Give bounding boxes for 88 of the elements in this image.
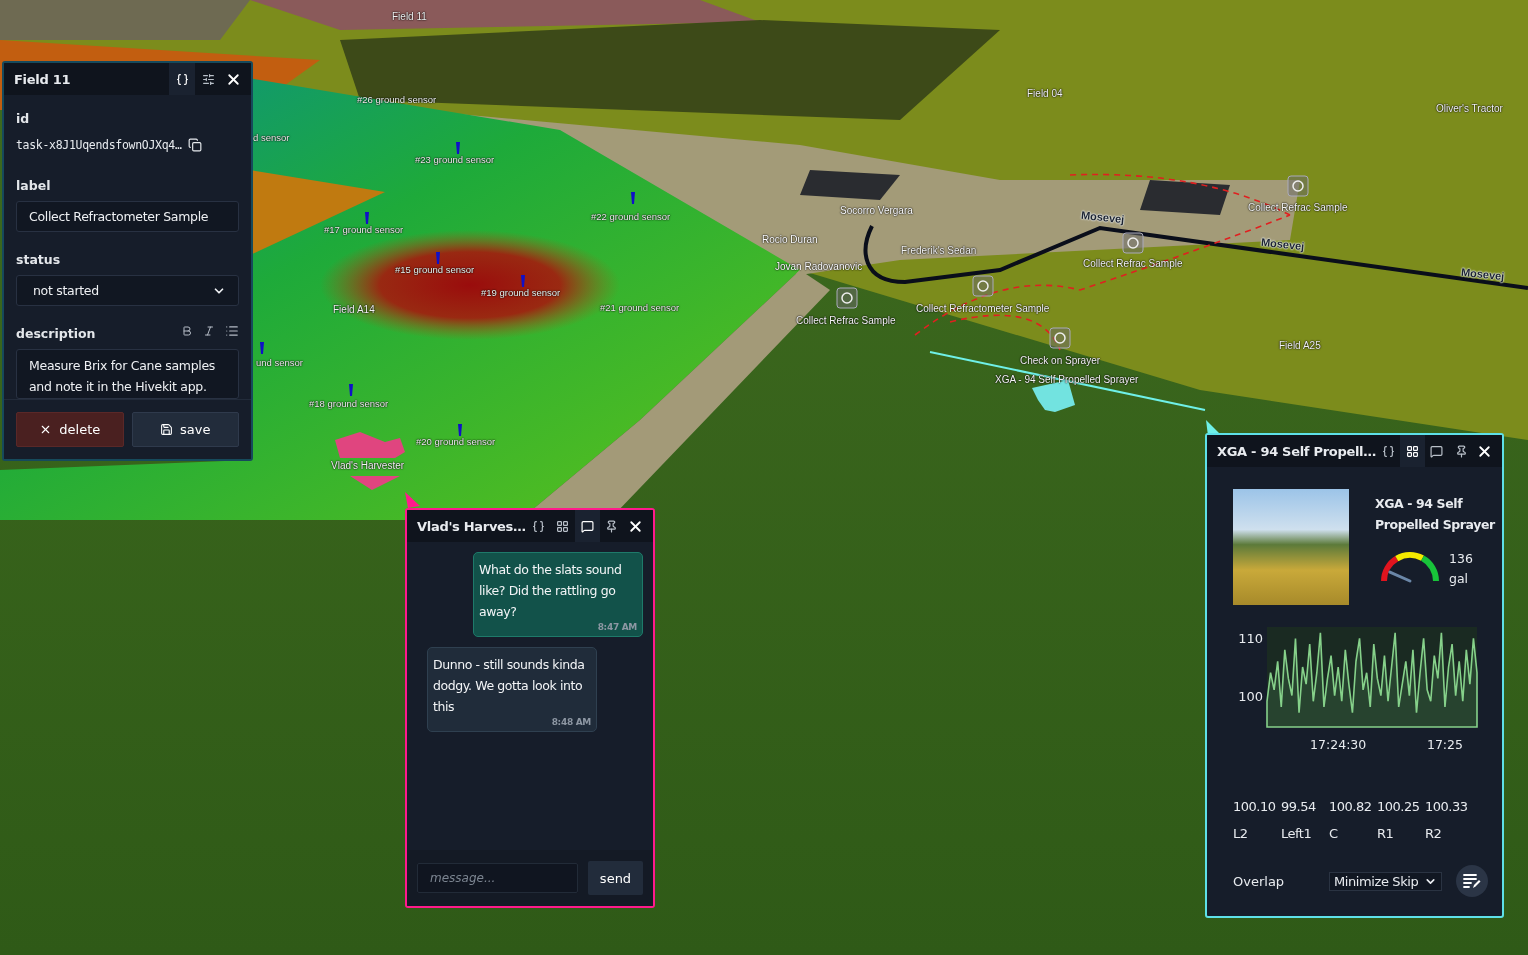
axis-label: 17:24:30 xyxy=(1310,737,1367,752)
field-label: description xyxy=(16,326,96,341)
map-label: Collect Refrac Sample xyxy=(1083,258,1183,269)
reading-value: 100.25 xyxy=(1377,799,1421,814)
code-tab[interactable] xyxy=(169,63,195,95)
reading-value: 100.82 xyxy=(1329,799,1373,814)
map-label: Rocio Duran xyxy=(762,234,818,245)
map-label: Mosevej xyxy=(1460,265,1505,283)
map-label: #22 ground sensor xyxy=(591,211,671,222)
message-field[interactable]: message... xyxy=(417,863,578,893)
list-icon[interactable] xyxy=(225,323,239,338)
map-label: Collect Refrac Sample xyxy=(1248,202,1348,213)
pin-icon xyxy=(605,519,619,533)
map-label: Oliver's Tractor xyxy=(1436,103,1503,114)
map-label: Mosevej xyxy=(1080,208,1125,226)
pin-icon xyxy=(1454,444,1468,458)
map-label: und sensor xyxy=(256,357,303,368)
map-label: Frederik's Sedan xyxy=(901,245,977,256)
panel-title: XGA - 94 Self Propell… xyxy=(1217,443,1376,459)
reading-label: Left1 xyxy=(1281,826,1313,841)
reading-label: R1 xyxy=(1377,826,1395,841)
overlap-select[interactable]: Minimize Skip xyxy=(1329,871,1443,891)
overlap-label: Overlap xyxy=(1233,873,1286,889)
reading-value: 99.54 xyxy=(1281,799,1317,814)
map-label: Field 04 xyxy=(1027,88,1063,99)
id-value: task-x8J1UqendsfownOJXq4… xyxy=(16,138,182,152)
braces-icon xyxy=(1381,444,1395,458)
map-label: d sensor xyxy=(253,132,290,143)
save-button[interactable]: save xyxy=(131,412,239,447)
grid-icon xyxy=(1406,444,1420,458)
braces-icon xyxy=(531,519,545,533)
vehicle-name: XGA - 94 Self Propelled Sprayer xyxy=(1375,495,1495,534)
map-label: Collect Refractometer Sample xyxy=(916,303,1050,314)
bold-icon[interactable] xyxy=(181,324,193,337)
map-label: Field 11 xyxy=(392,11,427,22)
field-label: label xyxy=(16,178,52,193)
delete-button[interactable]: delete xyxy=(16,412,124,447)
axis-label: 110 xyxy=(1238,631,1263,647)
map-label: Field A25 xyxy=(1279,340,1321,351)
reading-label: C xyxy=(1329,826,1339,841)
field-label: id xyxy=(16,111,31,126)
grid-icon xyxy=(556,519,570,533)
send-button[interactable]: send xyxy=(588,861,643,895)
edit-list-button[interactable] xyxy=(1456,865,1488,897)
map-label: Field A14 xyxy=(333,304,375,315)
map-label: Jovan Radovanovic xyxy=(775,261,863,272)
map-label: XGA - 94 Self Propelled Sprayer xyxy=(995,374,1139,385)
reading-label: L2 xyxy=(1233,826,1249,841)
map-label: #26 ground sensor xyxy=(357,94,437,105)
map-label: Collect Refrac Sample xyxy=(796,315,896,326)
italic-icon[interactable] xyxy=(203,324,215,337)
map-label: #20 ground sensor xyxy=(416,436,496,447)
save-icon xyxy=(160,423,174,436)
axis-label: 100 xyxy=(1238,688,1263,704)
copy-icon[interactable] xyxy=(187,138,202,152)
map-label: #18 ground sensor xyxy=(309,398,389,409)
gauge-reading: 136 xyxy=(1449,550,1473,568)
chat-icon xyxy=(1430,444,1444,458)
description-field[interactable]: Measure Brix for Cane samples and note it in the Hivekit app. xyxy=(16,349,239,399)
map-label: #15 ground sensor xyxy=(395,264,475,275)
sliders-icon xyxy=(201,72,215,86)
panel-title: Field 11 xyxy=(14,71,72,87)
map-label: #17 ground sensor xyxy=(324,224,404,235)
list-edit-icon xyxy=(1463,873,1481,889)
label-field[interactable]: Collect Refractometer Sample xyxy=(16,201,239,232)
reading-value: 100.10 xyxy=(1233,799,1277,814)
reading-value: 100.33 xyxy=(1425,799,1469,814)
status-select[interactable]: not started xyxy=(16,275,239,306)
message-text: What do the slats sound like? Did the rattling go away? xyxy=(479,561,623,621)
map-label: Vlad's Harvester xyxy=(331,460,405,471)
map-label: #21 ground sensor xyxy=(600,302,680,313)
field-label: status xyxy=(16,252,61,267)
map-label: Check on Sprayer xyxy=(1020,355,1101,366)
message-text: Dunno - still sounds kinda dodgy. We gotta look into this xyxy=(433,656,586,716)
chat-tab[interactable] xyxy=(575,510,600,542)
map-label: #19 ground sensor xyxy=(481,287,561,298)
message-time: 8:48 AM xyxy=(551,717,591,727)
map-label: Socorro Vergara xyxy=(840,205,913,216)
message-time: 8:47 AM xyxy=(597,622,637,632)
axis-label: 17:25 xyxy=(1426,737,1463,752)
map-label: #23 ground sensor xyxy=(415,154,495,165)
grid-tab[interactable] xyxy=(1400,435,1425,467)
braces-icon xyxy=(175,72,189,86)
gauge-unit: gal xyxy=(1449,570,1470,588)
chat-icon xyxy=(580,519,594,533)
panel-title: Vlad's Harves… xyxy=(417,518,526,534)
map-label: Mosevej xyxy=(1260,235,1305,253)
reading-label: R2 xyxy=(1425,826,1443,841)
